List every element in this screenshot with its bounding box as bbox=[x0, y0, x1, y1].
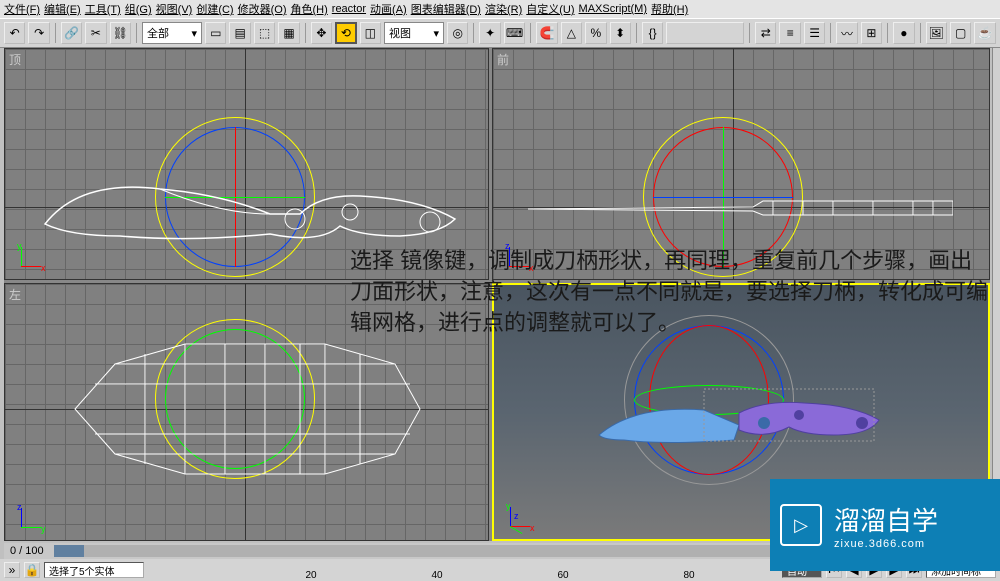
axis-label-y: y bbox=[17, 241, 22, 251]
axis-tripod-top: y x bbox=[15, 243, 45, 273]
watermark-title: 溜溜自学 bbox=[834, 501, 938, 538]
pivot-button[interactable]: ◎ bbox=[447, 22, 468, 44]
menu-animation[interactable]: 动画(A) bbox=[370, 1, 407, 17]
menu-file[interactable]: 文件(F) bbox=[4, 1, 40, 17]
menu-grapheditors[interactable]: 图表编辑器(D) bbox=[411, 1, 481, 17]
menu-help[interactable]: 帮助(H) bbox=[651, 1, 688, 17]
keyboard-shortcut-button[interactable]: ⌨ bbox=[504, 22, 525, 44]
command-panel[interactable] bbox=[992, 48, 1000, 541]
undo-button[interactable]: ↶ bbox=[4, 22, 25, 44]
tick-80: 80 bbox=[684, 570, 695, 581]
mirror-button[interactable]: ⇄ bbox=[755, 22, 776, 44]
link-button[interactable]: 🔗 bbox=[61, 22, 82, 44]
chevron-down-icon: ▾ bbox=[192, 27, 198, 40]
menu-reactor[interactable]: reactor bbox=[332, 3, 366, 15]
curve-editor-button[interactable]: 〰 bbox=[836, 22, 857, 44]
lock-icon[interactable]: 🔒 bbox=[24, 562, 40, 578]
manipulate-button[interactable]: ✦ bbox=[479, 22, 500, 44]
angle-snap-button[interactable]: △ bbox=[561, 22, 582, 44]
axis-tripod-perspective: y x z bbox=[504, 503, 534, 533]
axis-label-z: z bbox=[17, 502, 22, 512]
menu-tools[interactable]: 工具(T) bbox=[85, 1, 121, 17]
menu-maxscript[interactable]: MAXScript(M) bbox=[579, 3, 647, 15]
play-icon: ▷ bbox=[780, 504, 822, 546]
quick-render-button[interactable]: ☕ bbox=[974, 22, 995, 44]
wireframe-handle-left bbox=[65, 324, 425, 494]
rect-select-button[interactable]: ⬚ bbox=[254, 22, 275, 44]
window-crossing-button[interactable]: ▦ bbox=[278, 22, 299, 44]
chevron-down-icon: ▾ bbox=[434, 27, 440, 40]
scale-button[interactable]: ◫ bbox=[360, 22, 381, 44]
menu-customize[interactable]: 自定义(U) bbox=[526, 1, 574, 17]
tick-60: 60 bbox=[558, 570, 569, 581]
axis-label-x: x bbox=[41, 263, 46, 273]
ref-coord-value: 视图 bbox=[389, 25, 411, 41]
menu-rendering[interactable]: 渲染(R) bbox=[485, 1, 522, 17]
watermark-banner: ▷ 溜溜自学 zixue.3d66.com bbox=[770, 479, 1000, 571]
gizmo-axis-green bbox=[165, 197, 305, 198]
rotation-gizmo[interactable] bbox=[165, 127, 305, 267]
select-button[interactable]: ▭ bbox=[205, 22, 226, 44]
menu-create[interactable]: 创建(C) bbox=[196, 1, 233, 17]
viewport-label-left: 左 bbox=[9, 286, 21, 303]
render-scene-button[interactable]: 🖼 bbox=[926, 22, 947, 44]
instruction-overlay: 选择 镜像键，调制成刀柄形状，再同理，重复前几个步骤，画出刀面形状，注意，这次有… bbox=[350, 246, 990, 338]
rotate-button[interactable]: ⟲ bbox=[335, 22, 356, 44]
menu-character[interactable]: 角色(H) bbox=[291, 1, 328, 17]
schematic-view-button[interactable]: ⊞ bbox=[861, 22, 882, 44]
axis-label-y: y bbox=[506, 501, 511, 511]
material-editor-button[interactable]: ● bbox=[893, 22, 914, 44]
named-sets-button[interactable]: {} bbox=[642, 22, 663, 44]
watermark-url: zixue.3d66.com bbox=[834, 538, 938, 550]
tick-20: 20 bbox=[306, 570, 317, 581]
axis-label-z: z bbox=[514, 511, 519, 521]
selection-status: 选择了5个实体 bbox=[44, 562, 144, 578]
spinner-snap-button[interactable]: ⬍ bbox=[610, 22, 631, 44]
selection-filter-dropdown[interactable]: 全部 ▾ bbox=[142, 22, 202, 44]
menu-group[interactable]: 组(G) bbox=[125, 1, 152, 17]
layers-button[interactable]: ☰ bbox=[804, 22, 825, 44]
main-toolbar: ↶ ↷ 🔗 ✂ ⛓ 全部▾ ▭ ▤ ⬚ ▦ ✥ ⟲ ◫ 视图▾ ◎ ✦ ⌨ 🧲 … bbox=[0, 18, 1000, 48]
axis-tripod-left: z y bbox=[15, 504, 45, 534]
ref-coord-dropdown[interactable]: 视图 ▾ bbox=[384, 22, 444, 44]
viewport-label-front: 前 bbox=[497, 51, 509, 68]
unlink-button[interactable]: ✂ bbox=[85, 22, 106, 44]
select-name-button[interactable]: ▤ bbox=[229, 22, 250, 44]
menu-modifiers[interactable]: 修改器(O) bbox=[238, 1, 287, 17]
align-button[interactable]: ≡ bbox=[779, 22, 800, 44]
move-button[interactable]: ✥ bbox=[311, 22, 332, 44]
tick-40: 40 bbox=[432, 570, 443, 581]
wireframe-knife-front bbox=[523, 189, 953, 229]
redo-button[interactable]: ↷ bbox=[28, 22, 49, 44]
maxscript-mini-button[interactable]: » bbox=[4, 562, 20, 578]
model-knife-3d bbox=[594, 385, 884, 455]
snap-toggle-button[interactable]: 🧲 bbox=[536, 22, 557, 44]
viewport-label-top: 顶 bbox=[9, 51, 21, 68]
axis-label-x: x bbox=[530, 523, 535, 533]
percent-snap-button[interactable]: % bbox=[585, 22, 606, 44]
menu-edit[interactable]: 编辑(E) bbox=[44, 1, 81, 17]
axis-label-y: y bbox=[41, 524, 46, 534]
selection-filter-value: 全部 bbox=[147, 25, 169, 41]
time-display: 0 / 100 bbox=[10, 545, 44, 557]
render-type-button[interactable]: ▢ bbox=[950, 22, 971, 44]
menu-views[interactable]: 视图(V) bbox=[156, 1, 193, 17]
selection-set-field[interactable] bbox=[666, 22, 744, 44]
bind-button[interactable]: ⛓ bbox=[110, 22, 131, 44]
menu-bar: 文件(F) 编辑(E) 工具(T) 组(G) 视图(V) 创建(C) 修改器(O… bbox=[0, 0, 1000, 18]
